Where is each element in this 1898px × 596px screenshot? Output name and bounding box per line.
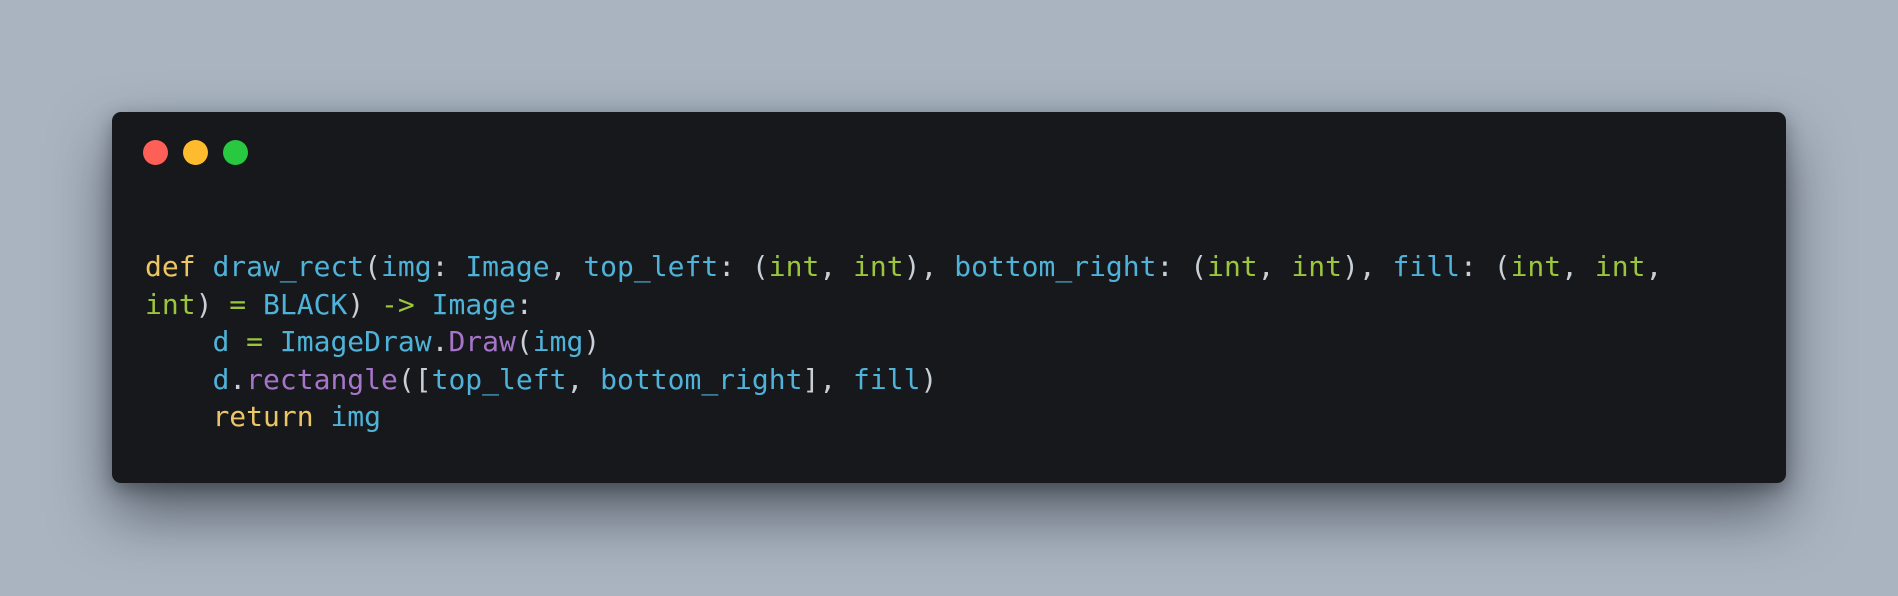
- code-token: int: [1207, 250, 1258, 283]
- code-token: :: [515, 287, 533, 321]
- code-window: def draw_rect(img: Image, top_left: (int…: [112, 112, 1786, 483]
- code-token: =: [246, 325, 264, 358]
- close-dot-icon[interactable]: [143, 140, 168, 165]
- code-token: =: [229, 287, 247, 321]
- code-token: Image: [465, 250, 550, 283]
- code-token: int: [853, 250, 904, 283]
- code-token: ->: [381, 287, 415, 321]
- code-token: : (: [718, 250, 769, 283]
- zoom-dot-icon[interactable]: [223, 140, 248, 165]
- code-token: def: [145, 250, 196, 283]
- code-token: .: [229, 362, 247, 396]
- code-token: ,: [566, 362, 601, 396]
- code-token: ),: [903, 250, 955, 283]
- code-token: draw_rect: [212, 250, 365, 283]
- code-token: int: [1291, 250, 1342, 283]
- code-token: int: [1510, 250, 1562, 283]
- code-token: img: [381, 250, 432, 283]
- code-line: d = ImageDraw.Draw(img): [145, 323, 1662, 361]
- code-block: def draw_rect(img: Image, top_left: (int…: [145, 248, 1662, 436]
- code-line: def draw_rect(img: Image, top_left: (int…: [145, 248, 1662, 286]
- code-token: fill: [853, 362, 921, 396]
- code-token: ): [195, 287, 230, 321]
- code-line: return img: [145, 398, 1662, 436]
- code-token: int: [768, 250, 820, 283]
- code-token: int: [1594, 250, 1646, 283]
- code-token: img: [532, 325, 584, 358]
- code-token: ,: [819, 250, 854, 283]
- window-controls: [143, 140, 248, 165]
- code-token: ],: [802, 362, 854, 396]
- code-token: int: [145, 287, 196, 321]
- code-token: BLACK: [263, 287, 348, 321]
- code-token: d: [212, 362, 230, 396]
- code-token: rectangle: [246, 362, 398, 396]
- code-token: Image: [431, 287, 516, 321]
- code-line: int) = BLACK) -> Image:: [145, 286, 1662, 324]
- code-token: ,: [1561, 250, 1595, 283]
- code-token: :: [431, 250, 466, 283]
- code-token: d: [212, 325, 230, 358]
- code-token: (: [515, 325, 533, 358]
- code-token: ): [920, 362, 938, 396]
- code-token: bottom_right: [600, 362, 803, 396]
- code-token: (: [364, 250, 382, 283]
- code-token: ): [347, 287, 382, 321]
- code-token: img: [330, 400, 382, 433]
- code-token: ,: [549, 250, 584, 283]
- code-token: ,: [1645, 250, 1663, 283]
- code-token: .: [431, 325, 449, 358]
- code-token: : (: [1156, 250, 1208, 283]
- code-token: return: [212, 400, 314, 433]
- minimize-dot-icon[interactable]: [183, 140, 208, 165]
- code-token: ,: [1257, 250, 1292, 283]
- code-token: ([: [397, 362, 432, 396]
- code-token: top_left: [431, 362, 567, 396]
- code-token: ImageDraw: [279, 325, 432, 358]
- code-line: d.rectangle([top_left, bottom_right], fi…: [145, 361, 1662, 399]
- code-token: ),: [1341, 250, 1393, 283]
- code-token: Draw: [448, 325, 516, 358]
- code-token: : (: [1459, 250, 1511, 283]
- code-token: top_left: [583, 250, 719, 283]
- code-token: ): [583, 325, 601, 358]
- code-token: fill: [1392, 250, 1460, 283]
- code-token: bottom_right: [954, 250, 1157, 283]
